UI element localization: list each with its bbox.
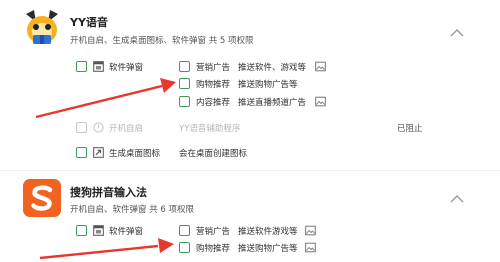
desktop-icon-label: 生成桌面图标 bbox=[109, 149, 161, 159]
app-name: 搜狗拼音输入法 bbox=[70, 186, 147, 199]
marketing-ad-label: 营销广告 bbox=[196, 227, 231, 237]
power-icon bbox=[93, 122, 104, 133]
desktop-shortcut-icon bbox=[93, 147, 104, 158]
popup-label: 软件弹窗 bbox=[109, 227, 144, 237]
yy-bear-logo-icon bbox=[26, 10, 58, 44]
marketing-ad-desc: 推送软件游戏等 bbox=[238, 227, 298, 237]
popup-window-icon bbox=[93, 61, 104, 72]
marketing-ad-checkbox[interactable] bbox=[179, 61, 190, 72]
shopping-recommend-label: 购物推荐 bbox=[196, 80, 231, 90]
app-permission-summary: 开机自启、生成桌面图标、软件弹窗 共 5 项权限 bbox=[70, 36, 254, 46]
red-arrow-icon bbox=[35, 78, 176, 119]
app-name: YY语音 bbox=[70, 16, 108, 29]
popup-checkbox[interactable] bbox=[76, 225, 87, 236]
content-recommend-label: 内容推荐 bbox=[196, 98, 231, 108]
image-preview-icon[interactable] bbox=[305, 225, 316, 236]
shopping-recommend-checkbox[interactable] bbox=[179, 78, 190, 89]
image-preview-icon[interactable] bbox=[315, 96, 326, 107]
shopping-recommend-label: 购物推荐 bbox=[196, 244, 231, 254]
collapse-chevron-up-icon[interactable] bbox=[450, 28, 464, 38]
marketing-ad-desc: 推送软件、游戏等 bbox=[238, 63, 307, 73]
marketing-ad-label: 营销广告 bbox=[196, 63, 231, 73]
red-arrow-icon bbox=[39, 238, 174, 260]
content-recommend-checkbox[interactable] bbox=[179, 96, 190, 107]
image-preview-icon[interactable] bbox=[315, 61, 326, 72]
sogou-s-logo-icon bbox=[23, 179, 61, 217]
popup-window-icon bbox=[93, 225, 104, 236]
app-permission-summary: 开机自启、软件弹窗 共 6 项权限 bbox=[70, 205, 195, 215]
popup-checkbox[interactable] bbox=[76, 61, 87, 72]
popup-label: 软件弹窗 bbox=[109, 63, 144, 73]
desktop-icon-checkbox[interactable] bbox=[76, 147, 87, 158]
sogou-app-logo bbox=[22, 178, 62, 218]
shopping-recommend-desc: 推送购物广告等 bbox=[238, 244, 298, 254]
yy-app-logo bbox=[22, 8, 62, 48]
marketing-ad-checkbox[interactable] bbox=[179, 225, 190, 236]
shopping-recommend-desc: 推送购物广告等 bbox=[238, 80, 298, 90]
image-preview-icon[interactable] bbox=[305, 242, 316, 253]
shopping-recommend-checkbox[interactable] bbox=[179, 242, 190, 253]
collapse-chevron-up-icon[interactable] bbox=[450, 194, 464, 204]
desktop-icon-desc: 会在桌面创建图标 bbox=[179, 149, 248, 159]
autostart-status: 已阻止 bbox=[397, 124, 423, 134]
section-divider bbox=[0, 170, 500, 171]
autostart-desc: YY语音辅助程序 bbox=[179, 124, 241, 134]
autostart-label: 开机自启 bbox=[109, 124, 144, 134]
content-recommend-desc: 推送直播频道广告 bbox=[238, 98, 307, 108]
autostart-checkbox[interactable] bbox=[76, 122, 87, 133]
